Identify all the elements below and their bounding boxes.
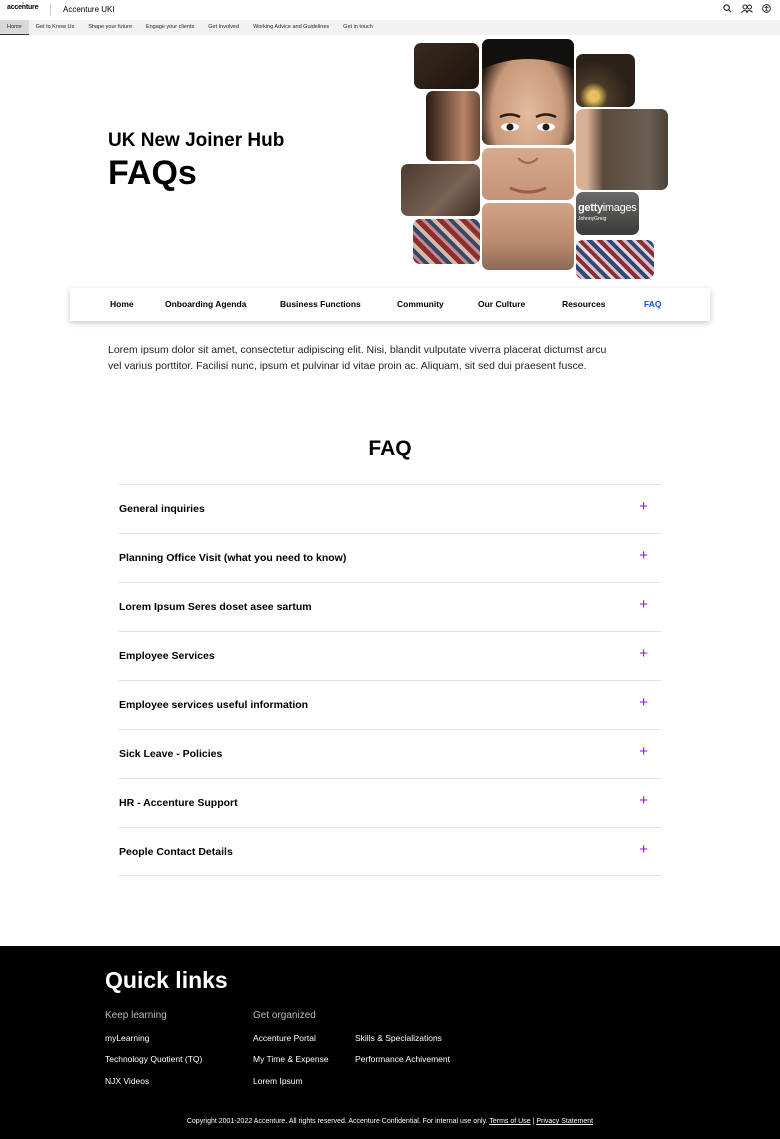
faq-heading: FAQ [368, 437, 412, 460]
faq-item[interactable]: Planning Office Visit (what you need to … [119, 533, 661, 582]
site-nav: Home Get to Know Us Shape your future En… [0, 20, 780, 35]
faq-item[interactable]: General inquiries + [119, 484, 661, 533]
site-nav-item-get-in-touch[interactable]: Get in touch [336, 20, 380, 35]
section-nav: Home Onboarding Agenda Business Function… [70, 288, 710, 321]
getty-suffix: images [602, 202, 637, 214]
section-nav-faq[interactable]: FAQ [644, 299, 661, 309]
top-bar: accenture › Accenture UKI [0, 0, 780, 20]
footer-link-my-time-expense[interactable]: My Time & Expense [253, 1054, 329, 1064]
footer-link-njx-videos[interactable]: NJX Videos [105, 1076, 149, 1086]
search-icon[interactable] [723, 4, 732, 15]
site-name[interactable]: Accenture UKI [63, 5, 115, 14]
section-nav-community[interactable]: Community [397, 299, 444, 309]
footer-link-accenture-portal[interactable]: Accenture Portal [253, 1033, 316, 1043]
section-nav-onboarding-agenda[interactable]: Onboarding Agenda [165, 299, 246, 309]
logo-divider [50, 4, 51, 16]
faq-item[interactable]: Employee Services + [119, 631, 661, 680]
expand-plus-icon[interactable]: + [639, 596, 648, 613]
faq-item[interactable]: People Contact Details + [119, 827, 661, 876]
expand-plus-icon[interactable]: + [639, 498, 648, 515]
accessibility-icon[interactable] [762, 4, 771, 15]
faq-question: HR - Accenture Support [119, 797, 238, 809]
mosaic-tile [413, 219, 480, 264]
terms-of-use-link[interactable]: Terms of Use [489, 1118, 530, 1125]
site-nav-item-working-advice[interactable]: Working Advice and Guidelines [246, 20, 336, 35]
faq-question: Employee Services [119, 650, 215, 662]
mosaic-tile [401, 164, 480, 216]
site-nav-item-home[interactable]: Home [0, 20, 29, 35]
footer-link-mylearning[interactable]: myLearning [105, 1033, 149, 1043]
faq-question: Sick Leave - Policies [119, 748, 223, 760]
expand-plus-icon[interactable]: + [639, 547, 648, 564]
section-nav-resources[interactable]: Resources [562, 299, 605, 309]
footer: Quick links Keep learning myLearning Tec… [0, 946, 780, 1139]
expand-plus-icon[interactable]: + [639, 841, 648, 858]
faq-question: Lorem Ipsum Seres doset asee sartum [119, 601, 312, 613]
link-separator: | [532, 1118, 535, 1125]
footer-link-performance-achivement[interactable]: Performance Achivement [355, 1054, 450, 1064]
hero-title: FAQs [108, 154, 197, 192]
getty-brand: getty [578, 202, 603, 214]
faq-item[interactable]: Employee services useful information + [119, 680, 661, 729]
faq-question: Planning Office Visit (what you need to … [119, 552, 347, 564]
hero-subtitle: UK New Joiner Hub [108, 130, 285, 151]
mosaic-face-middle [482, 148, 574, 200]
section-nav-our-culture[interactable]: Our Culture [478, 299, 525, 309]
mosaic-tile [576, 240, 654, 279]
faq-question: General inquiries [119, 503, 205, 515]
mosaic-tile [576, 54, 635, 107]
site-nav-item-get-to-know-us[interactable]: Get to Know Us [29, 20, 82, 35]
expand-plus-icon[interactable]: + [639, 694, 648, 711]
mosaic-tile [426, 91, 480, 161]
quick-links-title: Quick links [105, 967, 228, 993]
get-organized-heading: Get organized [253, 1010, 316, 1021]
getty-credit: JohnnyGreig [578, 216, 607, 222]
site-nav-item-engage-your-clients[interactable]: Engage your clients [139, 20, 201, 35]
section-nav-home[interactable]: Home [110, 299, 134, 309]
mosaic-face-bottom [482, 203, 574, 270]
section-nav-business-functions[interactable]: Business Functions [280, 299, 361, 309]
faq-item[interactable]: Lorem Ipsum Seres doset asee sartum + [119, 582, 661, 631]
footer-link-skills-specializations[interactable]: Skills & Specializations [355, 1033, 442, 1043]
mosaic-tile [414, 43, 479, 89]
footer-link-technology-quotient[interactable]: Technology Quotient (TQ) [105, 1054, 202, 1064]
expand-plus-icon[interactable]: + [639, 743, 648, 760]
faq-item[interactable]: Sick Leave - Policies + [119, 729, 661, 778]
expand-plus-icon[interactable]: + [639, 792, 648, 809]
copyright-text: Copyright 2001-2022 Accenture. All right… [186, 1118, 488, 1125]
people-icon[interactable] [741, 4, 753, 15]
faq-item[interactable]: HR - Accenture Support + [119, 778, 661, 827]
expand-plus-icon[interactable]: + [639, 645, 648, 662]
copyright-line: Copyright 2001-2022 Accenture. All right… [0, 1118, 780, 1125]
mosaic-tile [576, 109, 668, 190]
hero-photo-mosaic: gettyimages JohnnyGreig [398, 38, 670, 282]
getty-images-watermark: gettyimages JohnnyGreig [576, 192, 639, 235]
privacy-statement-link[interactable]: Privacy Statement [536, 1118, 593, 1125]
site-nav-item-shape-your-future[interactable]: Shape your future [81, 20, 139, 35]
faq-accordion: General inquiries + Planning Office Visi… [119, 484, 661, 876]
mosaic-face-top [482, 39, 574, 145]
intro-text: Lorem ipsum dolor sit amet, consectetur … [108, 344, 607, 372]
keep-learning-heading: Keep learning [105, 1010, 167, 1021]
top-icons [723, 4, 771, 15]
faq-question: Employee services useful information [119, 699, 309, 711]
site-nav-item-get-involved[interactable]: Get Involved [201, 20, 246, 35]
faq-question: People Contact Details [119, 846, 233, 858]
logo-accent-mark: › [22, 1, 24, 7]
footer-link-lorem-ipsum[interactable]: Lorem Ipsum [253, 1076, 303, 1086]
